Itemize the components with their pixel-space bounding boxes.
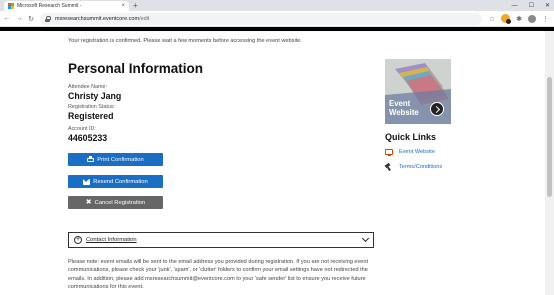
browser-tabbar: Microsoft Research Summit - × + — ☐ ✕ xyxy=(0,0,554,11)
maximize-button[interactable]: ☐ xyxy=(529,2,534,9)
account-id-label: Account ID: xyxy=(68,126,96,132)
print-confirmation-label: Print Confirmation xyxy=(97,156,144,163)
quick-link-label: Terms/Conditions xyxy=(399,164,443,170)
window-controls: — ☐ ✕ xyxy=(512,0,550,11)
plus-circle-icon: + xyxy=(74,236,82,244)
attendee-name-label: Attendee Name: xyxy=(68,84,107,90)
forward-button[interactable]: → xyxy=(14,15,24,22)
tab-close-icon[interactable]: × xyxy=(121,3,125,9)
page-scrollbar[interactable] xyxy=(545,31,554,295)
tab-title: Microsoft Research Summit - xyxy=(17,3,82,9)
toolbar-icons: ☆ ✱ ⋮ xyxy=(489,14,549,24)
page-content: Your registration is confirmed. Please w… xyxy=(0,31,545,295)
event-website-tile[interactable]: Event Website xyxy=(385,59,451,124)
gavel-icon xyxy=(385,164,393,170)
minimize-button[interactable]: — xyxy=(512,3,518,9)
reload-button[interactable]: ↻ xyxy=(26,15,36,23)
browser-tab[interactable]: Microsoft Research Summit - × xyxy=(4,1,129,11)
printer-icon xyxy=(87,156,95,162)
resend-confirmation-button[interactable]: Resend Confirmation xyxy=(68,175,163,188)
event-website-tile-label: Event Website xyxy=(389,99,419,117)
cancel-registration-label: Cancel Registration xyxy=(94,199,146,206)
quick-link-event-website[interactable]: Event Website xyxy=(385,149,435,156)
close-icon: ✖ xyxy=(85,198,92,206)
quick-links-title: Quick Links xyxy=(385,132,437,142)
page-title: Personal Information xyxy=(68,61,204,76)
new-tab-button[interactable]: + xyxy=(133,1,138,11)
browser-toolbar: ← → ↻ msresearchsummit.eventcore.com/edi… xyxy=(0,11,554,27)
extensions-puzzle-icon[interactable]: ✱ xyxy=(516,15,522,23)
close-window-button[interactable]: ✕ xyxy=(545,2,550,9)
chevron-down-icon xyxy=(361,234,370,243)
cancel-registration-button[interactable]: ✖ Cancel Registration xyxy=(68,196,163,209)
contact-information-label: Contact Information xyxy=(86,237,137,243)
attendee-name-value: Christy Jang xyxy=(68,91,122,101)
url-text: msresearchsummit.eventcore.com/edit xyxy=(55,16,150,22)
contact-information-accordion[interactable]: + Contact Information xyxy=(68,232,374,248)
lock-icon[interactable] xyxy=(45,16,51,22)
extension-icon[interactable] xyxy=(501,14,512,24)
quick-link-label: Event Website xyxy=(399,149,435,155)
account-id-value: 44605233 xyxy=(68,133,108,143)
scrollbar-thumb[interactable] xyxy=(547,77,552,197)
resend-confirmation-label: Resend Confirmation xyxy=(93,178,148,185)
microsoft-logo-icon xyxy=(8,3,14,9)
print-confirmation-button[interactable]: Print Confirmation xyxy=(68,153,163,166)
address-bar[interactable]: msresearchsummit.eventcore.com/edit xyxy=(40,13,482,25)
quick-link-terms-conditions[interactable]: Terms/Conditions xyxy=(385,164,442,170)
envelope-icon xyxy=(83,178,91,185)
registration-status-value: Registered xyxy=(68,111,114,121)
profile-avatar[interactable] xyxy=(528,14,536,23)
arrow-right-icon xyxy=(430,102,444,116)
confirmation-notice: Your registration is confirmed. Please w… xyxy=(68,38,302,44)
monitor-icon xyxy=(385,149,393,156)
email-footnote: Please note: event emails will be sent t… xyxy=(68,259,369,290)
registration-status-label: Registration Status: xyxy=(68,104,116,110)
back-button[interactable]: ← xyxy=(2,15,12,22)
bookmark-star-icon[interactable]: ☆ xyxy=(489,15,495,23)
menu-icon[interactable]: ⋮ xyxy=(542,15,549,23)
